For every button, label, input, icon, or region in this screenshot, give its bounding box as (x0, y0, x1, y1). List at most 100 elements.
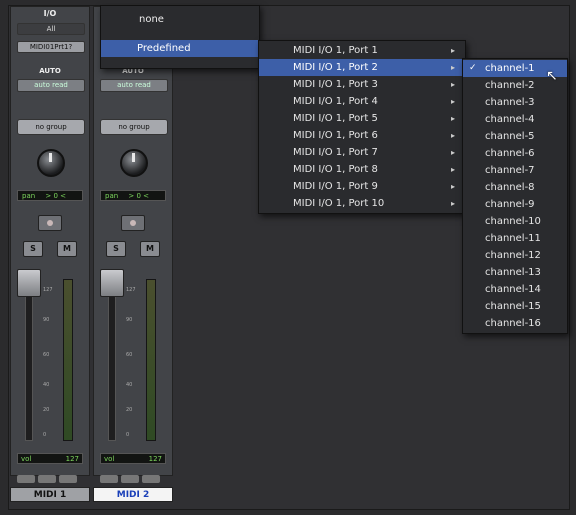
group-icon[interactable] (121, 475, 139, 483)
menu-item-channel[interactable]: channel-11 (463, 230, 567, 247)
menu-item-channel[interactable]: channel-4 (463, 111, 567, 128)
submenu-arrow-icon: ▸ (450, 63, 455, 72)
record-enable-button[interactable] (38, 215, 62, 231)
channel-label: channel-9 (485, 199, 535, 210)
menu-item-channel[interactable]: channel-7 (463, 162, 567, 179)
predefined-label: Predefined (137, 43, 191, 54)
submenu-arrow-icon: ▸ (450, 80, 455, 89)
mouse-pointer-icon: ↖ (546, 68, 558, 84)
automation-mode-selector[interactable]: auto read (100, 79, 168, 92)
menu-item-port[interactable]: MIDI I/O 1, Port 4 ▸ (259, 93, 465, 110)
channel-label: channel-13 (485, 267, 541, 278)
menu-item-channel[interactable]: channel-10 (463, 213, 567, 230)
record-enable-button[interactable] (121, 215, 145, 231)
submenu-arrow-icon: ▸ (450, 165, 455, 174)
color-icon[interactable] (142, 475, 160, 483)
submenu-arrow-icon: ▸ (450, 97, 455, 106)
pan-display: pan > 0 < (100, 190, 166, 201)
menu-item-channel[interactable]: channel-13 (463, 264, 567, 281)
menu-item-port[interactable]: MIDI I/O 1, Port 6 ▸ (259, 127, 465, 144)
output-selector[interactable]: MIDI01Prt1? (17, 41, 85, 53)
channel-label: channel-3 (485, 97, 535, 108)
vol-value: 127 (148, 455, 162, 463)
submenu-arrow-icon: ▸ (450, 131, 455, 140)
io-label: I/O (43, 9, 57, 18)
fader-scale-mark: 127 (126, 287, 136, 293)
solo-button[interactable]: S (23, 241, 43, 257)
fader-scale-mark: 127 (43, 287, 53, 293)
port-label: MIDI I/O 1, Port 8 (293, 164, 378, 175)
pan-value: > 0 < (128, 192, 150, 200)
menu-item-channel[interactable]: channel-12 (463, 247, 567, 264)
fader-scale-mark: 60 (126, 352, 133, 358)
fader-scale-mark: 90 (43, 317, 50, 323)
volume-fader[interactable] (100, 269, 124, 297)
submenu-arrow-icon: ▸ (450, 148, 455, 157)
menu-item-port[interactable]: MIDI I/O 1, Port 8 ▸ (259, 161, 465, 178)
pan-knob[interactable] (120, 149, 148, 177)
track-name-midi-2[interactable]: MIDI 2 (93, 487, 173, 502)
menu-item-none[interactable]: none (139, 14, 164, 25)
menu-item-port[interactable]: MIDI I/O 1, Port 9 ▸ (259, 178, 465, 195)
menu-item-channel[interactable]: channel-14 (463, 281, 567, 298)
port-label: MIDI I/O 1, Port 4 (293, 96, 378, 107)
fader-scale-mark: 40 (43, 382, 50, 388)
menu-item-port[interactable]: MIDI I/O 1, Port 3 ▸ (259, 76, 465, 93)
fader-scale-mark: 0 (43, 432, 47, 438)
level-meter (146, 279, 156, 441)
link-icon[interactable] (17, 475, 35, 483)
port-label: MIDI I/O 1, Port 10 (293, 198, 385, 209)
fader-scale-mark: 0 (126, 432, 130, 438)
channel-label: channel-16 (485, 318, 541, 329)
volume-display: vol 127 (100, 453, 166, 464)
channel-label: channel-15 (485, 301, 541, 312)
mute-button[interactable]: M (140, 241, 160, 257)
menu-item-channel[interactable]: channel-6 (463, 145, 567, 162)
link-icon[interactable] (100, 475, 118, 483)
group-selector[interactable]: no group (17, 119, 85, 135)
port-label: MIDI I/O 1, Port 3 (293, 79, 378, 90)
pan-label: pan (105, 192, 119, 200)
checkmark-icon: ✓ (469, 63, 477, 73)
vol-label: vol (21, 455, 32, 463)
menu-item-port[interactable]: MIDI I/O 1, Port 7 ▸ (259, 144, 465, 161)
menu-item-channel[interactable]: channel-8 (463, 179, 567, 196)
channel-label: channel-10 (485, 216, 541, 227)
mute-button[interactable]: M (57, 241, 77, 257)
input-selector[interactable]: All (17, 23, 85, 35)
menu-item-port[interactable]: MIDI I/O 1, Port 5 ▸ (259, 110, 465, 127)
fader-scale-mark: 60 (43, 352, 50, 358)
menu-item-channel[interactable]: channel-16 (463, 315, 567, 332)
track-name-midi-1[interactable]: MIDI 1 (10, 487, 90, 502)
menu-item-channel[interactable]: channel-5 (463, 128, 567, 145)
port-label: MIDI I/O 1, Port 6 (293, 130, 378, 141)
menu-item-channel[interactable]: channel-15 (463, 298, 567, 315)
automation-mode-selector[interactable]: auto read (17, 79, 85, 92)
menu-item-port[interactable]: MIDI I/O 1, Port 2 ▸ (259, 59, 465, 76)
channel-label: channel-2 (485, 80, 535, 91)
strip-bottom-controls (17, 468, 83, 483)
port-label: MIDI I/O 1, Port 9 (293, 181, 378, 192)
channel-label: channel-8 (485, 182, 535, 193)
strip-bottom-controls (100, 468, 166, 483)
submenu-arrow-icon: ▸ (450, 182, 455, 191)
port-label: MIDI I/O 1, Port 7 (293, 147, 378, 158)
pan-knob[interactable] (37, 149, 65, 177)
submenu-arrow-icon: ▸ (450, 199, 455, 208)
channel-label: channel-12 (485, 250, 541, 261)
channel-label: channel-1 (485, 63, 535, 74)
volume-fader[interactable] (17, 269, 41, 297)
color-icon[interactable] (59, 475, 77, 483)
menu-item-channel[interactable]: channel-3 (463, 94, 567, 111)
menu-item-port[interactable]: MIDI I/O 1, Port 1 ▸ (259, 42, 465, 59)
channel-label: channel-7 (485, 165, 535, 176)
menu-item-channel[interactable]: channel-9 (463, 196, 567, 213)
pan-value: > 0 < (45, 192, 67, 200)
channel-label: channel-6 (485, 148, 535, 159)
group-icon[interactable] (38, 475, 56, 483)
menu-item-port[interactable]: MIDI I/O 1, Port 10 ▸ (259, 195, 465, 212)
group-selector[interactable]: no group (100, 119, 168, 135)
solo-button[interactable]: S (106, 241, 126, 257)
port-submenu: MIDI I/O 1, Port 1 ▸ MIDI I/O 1, Port 2 ▸ MI… (258, 40, 466, 214)
port-label: MIDI I/O 1, Port 5 (293, 113, 378, 124)
